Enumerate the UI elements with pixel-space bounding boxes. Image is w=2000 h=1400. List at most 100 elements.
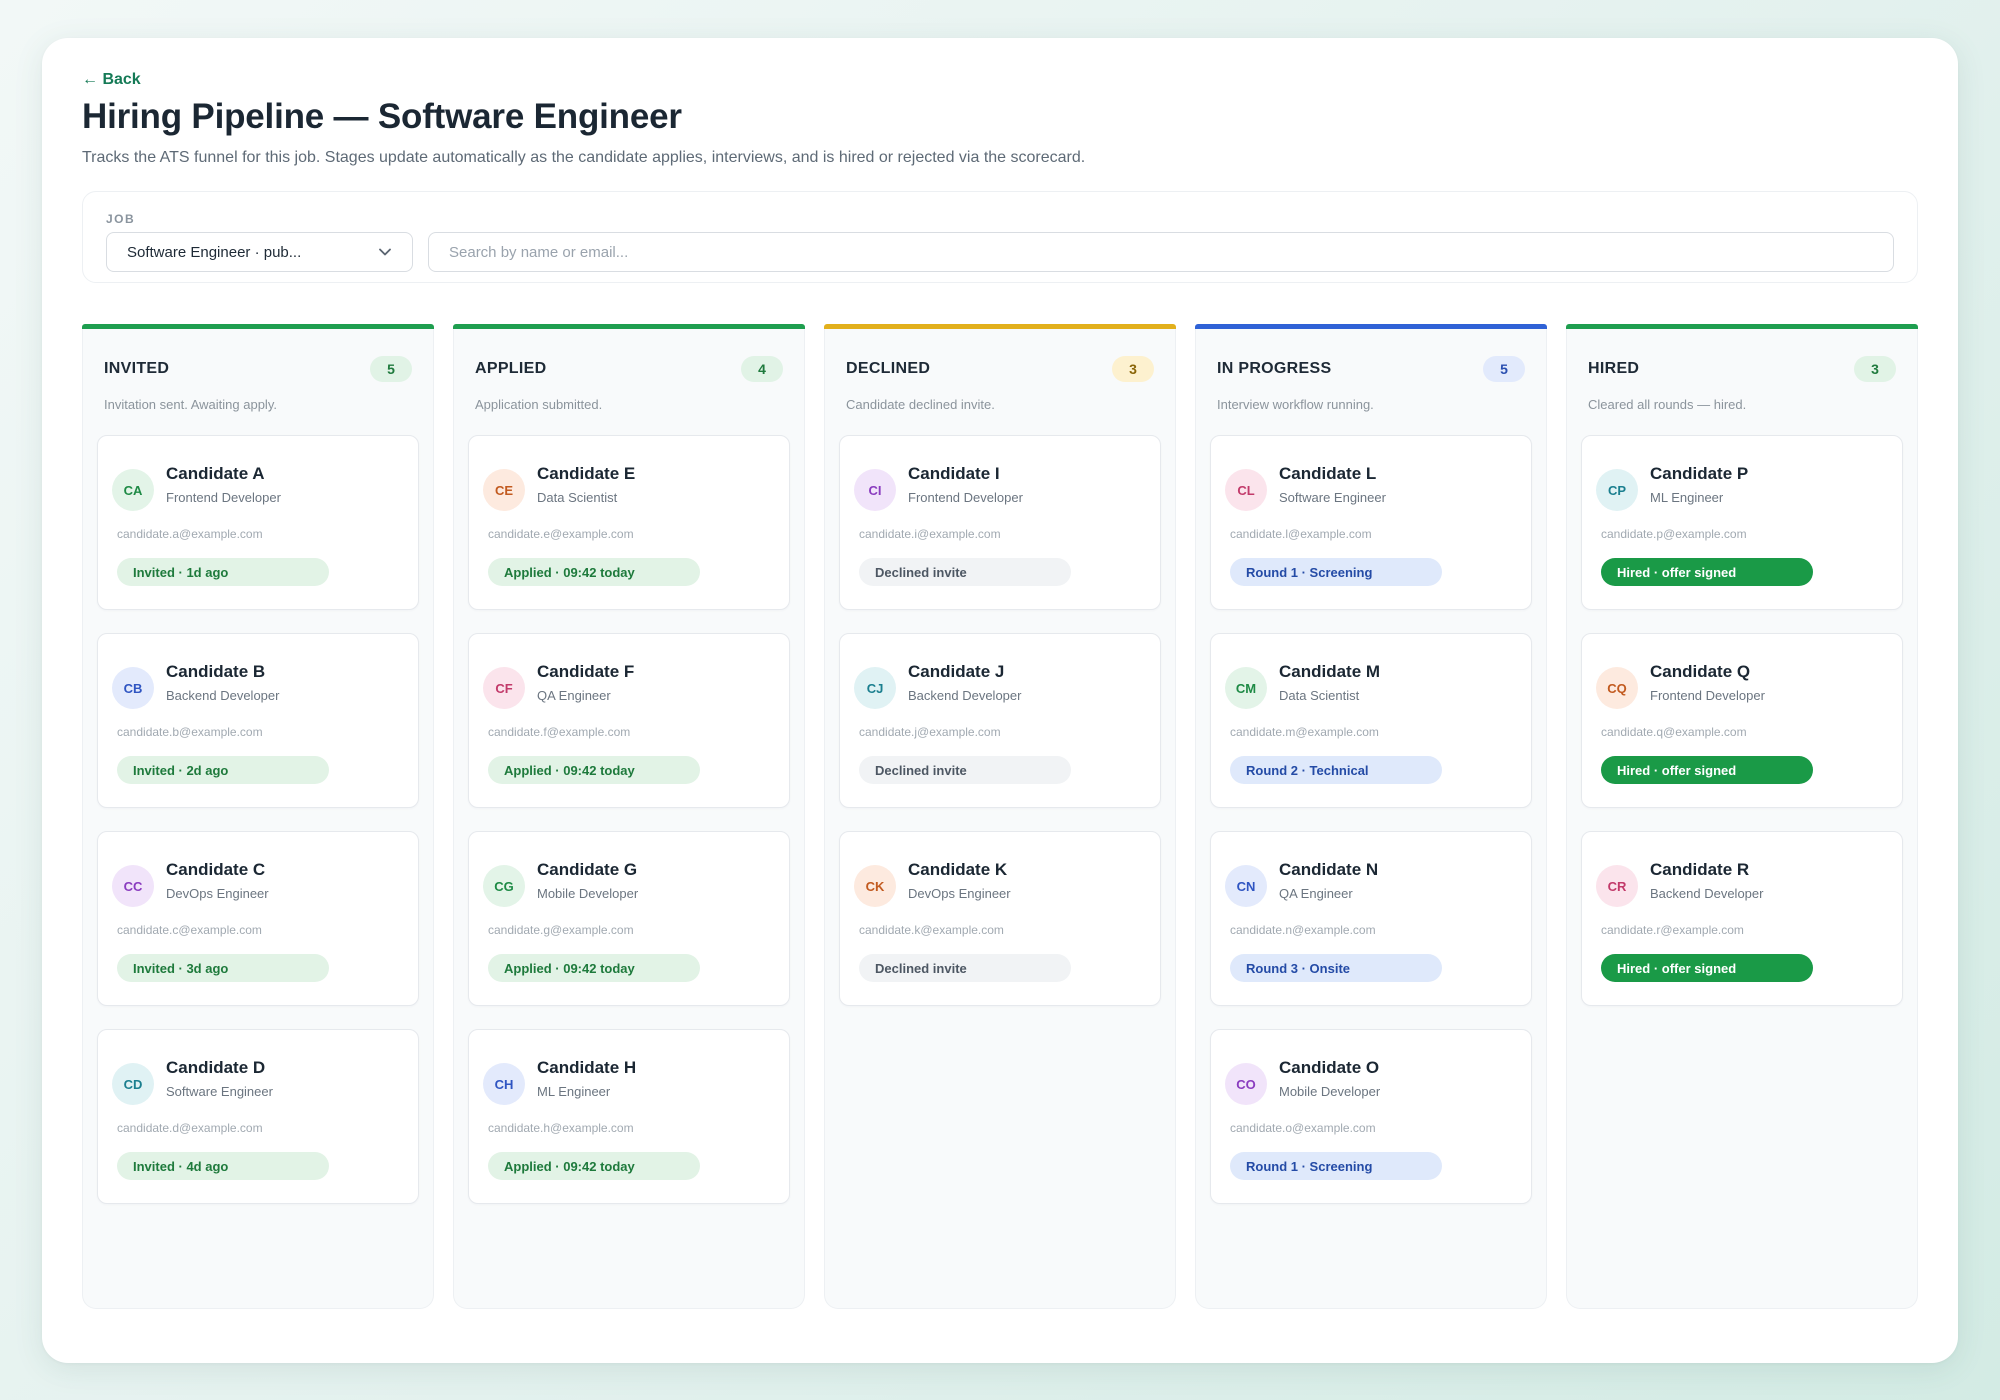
count-badge: 3	[1112, 356, 1154, 382]
candidate-email: candidate.p@example.com	[1601, 527, 1747, 541]
candidate-email: candidate.i@example.com	[859, 527, 1001, 541]
candidate-card[interactable]: CD Candidate D Software Engineer candida…	[97, 1029, 419, 1204]
candidate-role: Software Engineer	[1279, 490, 1386, 505]
page-title: Hiring Pipeline — Software Engineer	[82, 97, 682, 136]
candidate-email: candidate.d@example.com	[117, 1121, 263, 1135]
candidate-card[interactable]: CE Candidate E Data Scientist candidate.…	[468, 435, 790, 610]
card-list: CI Candidate I Frontend Developer candid…	[825, 412, 1175, 1006]
candidate-name: Candidate A	[166, 464, 265, 483]
column-body: HIRED 3 Cleared all rounds — hired. CP C…	[1566, 329, 1918, 1309]
avatar: CR	[1596, 865, 1638, 907]
column-header: APPLIED 4	[454, 329, 804, 382]
candidate-name: Candidate C	[166, 860, 266, 879]
candidate-card[interactable]: CH Candidate H ML Engineer candidate.h@e…	[468, 1029, 790, 1204]
column-title: APPLIED	[475, 360, 547, 377]
candidate-card[interactable]: CI Candidate I Frontend Developer candid…	[839, 435, 1161, 610]
candidate-role: QA Engineer	[1279, 886, 1353, 901]
avatar: CP	[1596, 469, 1638, 511]
pipeline-column-in-progress: IN PROGRESS 5 Interview workflow running…	[1195, 324, 1547, 1309]
avatar: CM	[1225, 667, 1267, 709]
avatar: CF	[483, 667, 525, 709]
candidate-email: candidate.a@example.com	[117, 527, 263, 541]
status-badge: Declined invite	[859, 954, 1071, 982]
status-badge: Declined invite	[859, 558, 1071, 586]
candidate-card[interactable]: CN Candidate N QA Engineer candidate.n@e…	[1210, 831, 1532, 1006]
card-list: CP Candidate P ML Engineer candidate.p@e…	[1567, 412, 1917, 1006]
candidate-card[interactable]: CA Candidate A Frontend Developer candid…	[97, 435, 419, 610]
candidate-email: candidate.h@example.com	[488, 1121, 634, 1135]
candidate-card[interactable]: CQ Candidate Q Frontend Developer candid…	[1581, 633, 1903, 808]
candidate-email: candidate.e@example.com	[488, 527, 634, 541]
column-body: DECLINED 3 Candidate declined invite. CI…	[824, 329, 1176, 1309]
avatar: CO	[1225, 1063, 1267, 1105]
candidate-name: Candidate B	[166, 662, 266, 681]
status-badge: Declined invite	[859, 756, 1071, 784]
column-title: HIRED	[1588, 360, 1640, 377]
candidate-name: Candidate I	[908, 464, 1000, 483]
candidate-role: Software Engineer	[166, 1084, 273, 1099]
status-badge: Invited · 1d ago	[117, 558, 329, 586]
column-body: APPLIED 4 Application submitted. CE Cand…	[453, 329, 805, 1309]
candidate-role: Frontend Developer	[1650, 688, 1765, 703]
status-badge: Applied · 09:42 today	[488, 756, 700, 784]
count-badge: 5	[370, 356, 412, 382]
candidate-name: Candidate D	[166, 1058, 266, 1077]
candidate-card[interactable]: CR Candidate R Backend Developer candida…	[1581, 831, 1903, 1006]
candidate-email: candidate.b@example.com	[117, 725, 263, 739]
status-badge: Invited · 3d ago	[117, 954, 329, 982]
candidate-role: Backend Developer	[908, 688, 1022, 703]
status-badge: Hired · offer signed	[1601, 558, 1813, 586]
job-select-value: Software Engineer · pub...	[127, 243, 302, 261]
candidate-role: ML Engineer	[537, 1084, 611, 1099]
filter-bar: JOB Software Engineer · pub...	[82, 191, 1918, 283]
pipeline-board: INVITED 5 Invitation sent. Awaiting appl…	[82, 324, 1918, 1309]
avatar: CC	[112, 865, 154, 907]
status-badge: Applied · 09:42 today	[488, 1152, 700, 1180]
candidate-email: candidate.j@example.com	[859, 725, 1001, 739]
candidate-card[interactable]: CO Candidate O Mobile Developer candidat…	[1210, 1029, 1532, 1204]
candidate-card[interactable]: CB Candidate B Backend Developer candida…	[97, 633, 419, 808]
candidate-name: Candidate G	[537, 860, 638, 879]
chevron-down-icon	[379, 248, 391, 256]
status-badge: Invited · 4d ago	[117, 1152, 329, 1180]
status-badge: Round 2 · Technical	[1230, 756, 1442, 784]
candidate-role: DevOps Engineer	[908, 886, 1011, 901]
status-badge: Round 1 · Screening	[1230, 1152, 1442, 1180]
candidate-email: candidate.m@example.com	[1230, 725, 1379, 739]
candidate-role: Backend Developer	[166, 688, 280, 703]
candidate-email: candidate.l@example.com	[1230, 527, 1372, 541]
status-badge: Applied · 09:42 today	[488, 954, 700, 982]
avatar: CG	[483, 865, 525, 907]
candidate-name: Candidate F	[537, 662, 635, 681]
candidate-card[interactable]: CG Candidate G Mobile Developer candidat…	[468, 831, 790, 1006]
column-body: INVITED 5 Invitation sent. Awaiting appl…	[82, 329, 434, 1309]
candidate-role: Frontend Developer	[908, 490, 1023, 505]
candidate-role: Backend Developer	[1650, 886, 1764, 901]
candidate-card[interactable]: CJ Candidate J Backend Developer candida…	[839, 633, 1161, 808]
avatar: CH	[483, 1063, 525, 1105]
candidate-card[interactable]: CP Candidate P ML Engineer candidate.p@e…	[1581, 435, 1903, 610]
candidate-email: candidate.k@example.com	[859, 923, 1004, 937]
column-description: Cleared all rounds — hired.	[1588, 397, 1747, 412]
candidate-card[interactable]: CM Candidate M Data Scientist candidate.…	[1210, 633, 1532, 808]
candidate-role: Frontend Developer	[166, 490, 281, 505]
candidate-card[interactable]: CF Candidate F QA Engineer candidate.f@e…	[468, 633, 790, 808]
status-badge: Round 1 · Screening	[1230, 558, 1442, 586]
count-badge: 4	[741, 356, 783, 382]
candidate-role: ML Engineer	[1650, 490, 1724, 505]
candidate-card[interactable]: CL Candidate L Software Engineer candida…	[1210, 435, 1532, 610]
job-select[interactable]: Software Engineer · pub...	[106, 232, 413, 272]
search-input[interactable]	[428, 232, 1894, 272]
column-header: DECLINED 3	[825, 329, 1175, 382]
avatar: CD	[112, 1063, 154, 1105]
candidate-card[interactable]: CK Candidate K DevOps Engineer candidate…	[839, 831, 1161, 1006]
avatar: CN	[1225, 865, 1267, 907]
column-description: Candidate declined invite.	[846, 397, 995, 412]
candidate-email: candidate.n@example.com	[1230, 923, 1376, 937]
back-link[interactable]: ← Back	[82, 71, 141, 89]
column-description: Application submitted.	[475, 397, 603, 412]
candidate-name: Candidate N	[1279, 860, 1379, 879]
candidate-name: Candidate E	[537, 464, 636, 483]
candidate-card[interactable]: CC Candidate C DevOps Engineer candidate…	[97, 831, 419, 1006]
pipeline-column-invited: INVITED 5 Invitation sent. Awaiting appl…	[82, 324, 434, 1309]
